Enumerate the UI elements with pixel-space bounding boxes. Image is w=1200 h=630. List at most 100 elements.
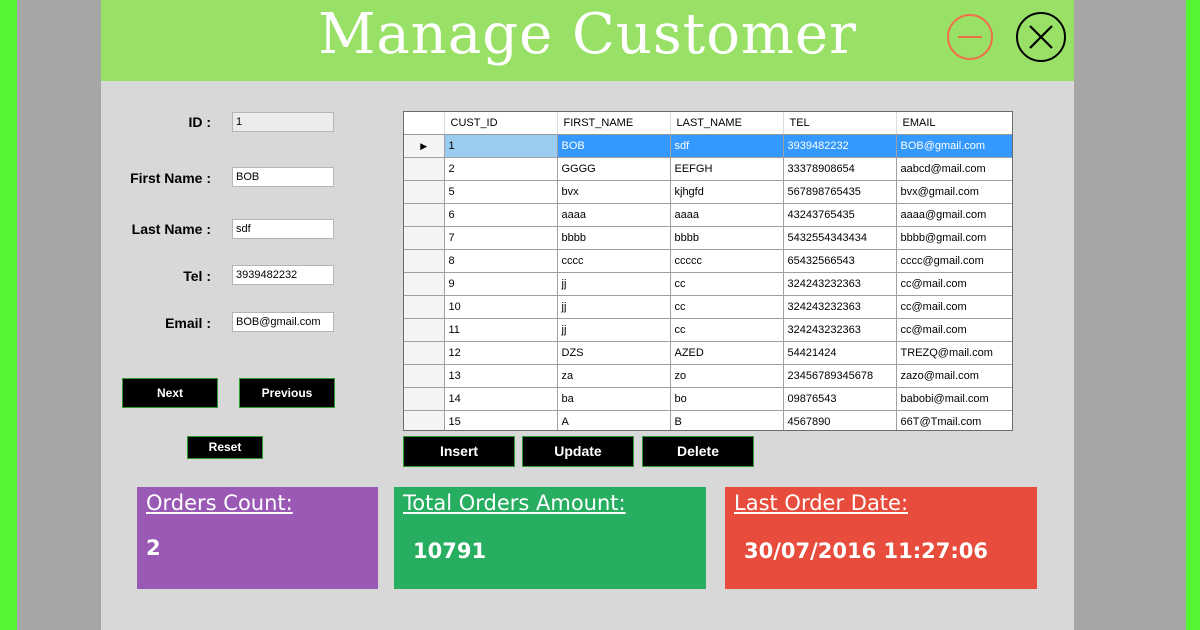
column-header[interactable]: FIRST_NAME [557, 112, 671, 135]
table-cell[interactable]: sdf [670, 134, 784, 158]
table-cell[interactable]: jj [557, 318, 671, 342]
table-cell[interactable]: aabcd@mail.com [896, 157, 1012, 181]
table-row[interactable]: 11 jj cc 324243232363 cc@mail.com [404, 318, 1012, 342]
last-name-field[interactable] [232, 219, 334, 239]
table-cell[interactable]: bvx@gmail.com [896, 180, 1012, 204]
table-cell[interactable]: 15 [444, 410, 558, 430]
table-cell[interactable]: AZED [670, 341, 784, 365]
table-cell[interactable]: 13 [444, 364, 558, 388]
table-cell[interactable]: 2 [444, 157, 558, 181]
row-header[interactable] [404, 387, 445, 411]
table-cell[interactable]: 324243232363 [783, 318, 897, 342]
table-cell[interactable]: 9 [444, 272, 558, 296]
row-header[interactable] [404, 203, 445, 227]
table-cell[interactable]: cc [670, 318, 784, 342]
table-cell[interactable]: BOB [557, 134, 671, 158]
table-cell[interactable]: 43243765435 [783, 203, 897, 227]
previous-button[interactable]: Previous [239, 378, 335, 408]
table-cell[interactable]: cccc [557, 249, 671, 273]
table-cell[interactable]: 10 [444, 295, 558, 319]
column-header[interactable]: LAST_NAME [670, 112, 784, 135]
table-cell[interactable]: A [557, 410, 671, 430]
table-cell[interactable]: BOB@gmail.com [896, 134, 1012, 158]
row-header[interactable] [404, 295, 445, 319]
table-cell[interactable]: TREZQ@mail.com [896, 341, 1012, 365]
table-row[interactable]: 15 A B 4567890 66T@Tmail.com [404, 410, 1012, 430]
table-cell[interactable]: 11 [444, 318, 558, 342]
first-name-field[interactable] [232, 167, 334, 187]
table-cell[interactable]: bo [670, 387, 784, 411]
table-cell[interactable]: aaaa@gmail.com [896, 203, 1012, 227]
table-cell[interactable]: cc [670, 272, 784, 296]
table-cell[interactable]: bbbb@gmail.com [896, 226, 1012, 250]
table-cell[interactable]: 324243232363 [783, 295, 897, 319]
table-row[interactable]: 14 ba bo 09876543 babobi@mail.com [404, 387, 1012, 411]
next-button[interactable]: Next [122, 378, 218, 408]
minimize-icon[interactable] [947, 14, 993, 60]
table-cell[interactable]: 567898765435 [783, 180, 897, 204]
table-cell[interactable]: ba [557, 387, 671, 411]
table-cell[interactable]: 6 [444, 203, 558, 227]
table-cell[interactable]: GGGG [557, 157, 671, 181]
table-cell[interactable]: zazo@mail.com [896, 364, 1012, 388]
table-cell[interactable]: 1 [444, 134, 558, 158]
row-header[interactable] [404, 341, 445, 365]
table-cell[interactable]: aaaa [557, 203, 671, 227]
table-cell[interactable]: 54421424 [783, 341, 897, 365]
table-cell[interactable]: bbbb [670, 226, 784, 250]
table-cell[interactable]: cc@mail.com [896, 318, 1012, 342]
row-header[interactable] [404, 157, 445, 181]
table-row[interactable]: 8 cccc ccccc 65432566543 cccc@gmail.com [404, 249, 1012, 273]
table-row[interactable]: 13 za zo 23456789345678 zazo@mail.com [404, 364, 1012, 388]
table-cell[interactable]: 8 [444, 249, 558, 273]
table-row[interactable]: 6 aaaa aaaa 43243765435 aaaa@gmail.com [404, 203, 1012, 227]
customers-grid[interactable]: CUST_ID FIRST_NAME LAST_NAME TEL EMAIL ▶… [403, 111, 1013, 431]
row-header[interactable] [404, 180, 445, 204]
table-cell[interactable]: 4567890 [783, 410, 897, 430]
table-cell[interactable]: bbbb [557, 226, 671, 250]
update-button[interactable]: Update [522, 436, 634, 467]
table-cell[interactable]: kjhgfd [670, 180, 784, 204]
table-row[interactable]: ▶ 1 BOB sdf 3939482232 BOB@gmail.com [404, 134, 1012, 158]
row-header[interactable] [404, 410, 445, 430]
table-cell[interactable]: B [670, 410, 784, 430]
delete-button[interactable]: Delete [642, 436, 754, 467]
table-row[interactable]: 9 jj cc 324243232363 cc@mail.com [404, 272, 1012, 296]
email-field[interactable] [232, 312, 334, 332]
table-cell[interactable]: jj [557, 295, 671, 319]
close-icon[interactable] [1016, 12, 1066, 62]
table-cell[interactable]: 324243232363 [783, 272, 897, 296]
table-cell[interactable]: 23456789345678 [783, 364, 897, 388]
table-cell[interactable]: bvx [557, 180, 671, 204]
table-cell[interactable]: cc [670, 295, 784, 319]
table-cell[interactable]: DZS [557, 341, 671, 365]
column-header[interactable]: TEL [783, 112, 897, 135]
table-cell[interactable]: aaaa [670, 203, 784, 227]
table-cell[interactable]: jj [557, 272, 671, 296]
table-row[interactable]: 2 GGGG EEFGH 33378908654 aabcd@mail.com [404, 157, 1012, 181]
column-header[interactable]: EMAIL [896, 112, 1012, 135]
table-row[interactable]: 10 jj cc 324243232363 cc@mail.com [404, 295, 1012, 319]
table-cell[interactable]: cc@mail.com [896, 272, 1012, 296]
table-cell[interactable]: EEFGH [670, 157, 784, 181]
table-cell[interactable]: 7 [444, 226, 558, 250]
current-row-marker[interactable]: ▶ [404, 134, 445, 158]
reset-button[interactable]: Reset [187, 436, 263, 459]
table-cell[interactable]: 33378908654 [783, 157, 897, 181]
id-field[interactable] [232, 112, 334, 132]
row-header[interactable] [404, 272, 445, 296]
row-header[interactable] [404, 226, 445, 250]
insert-button[interactable]: Insert [403, 436, 515, 467]
tel-field[interactable] [232, 265, 334, 285]
row-header[interactable] [404, 249, 445, 273]
table-row[interactable]: 12 DZS AZED 54421424 TREZQ@mail.com [404, 341, 1012, 365]
row-header[interactable] [404, 318, 445, 342]
table-cell[interactable]: 12 [444, 341, 558, 365]
table-cell[interactable]: 14 [444, 387, 558, 411]
table-cell[interactable]: cccc@gmail.com [896, 249, 1012, 273]
table-cell[interactable]: cc@mail.com [896, 295, 1012, 319]
table-cell[interactable]: ccccc [670, 249, 784, 273]
table-cell[interactable]: 3939482232 [783, 134, 897, 158]
row-header[interactable] [404, 364, 445, 388]
table-cell[interactable]: 65432566543 [783, 249, 897, 273]
